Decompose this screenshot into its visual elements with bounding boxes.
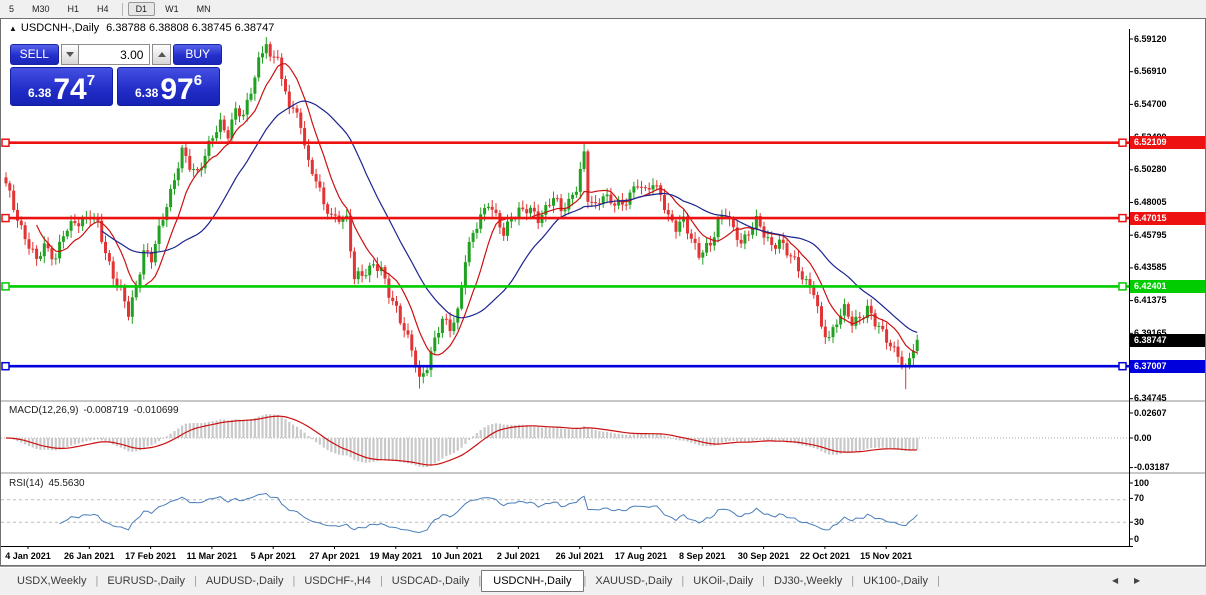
timeframe-button-d1[interactable]: D1: [128, 2, 156, 16]
rsi-name: RSI(14): [9, 478, 43, 489]
rsi-value: 45.5630: [48, 478, 84, 489]
buy-price-big: 97: [160, 77, 193, 103]
tab-separator: |: [937, 575, 940, 587]
chart-tab-audusd-daily[interactable]: AUDUSD-,Daily: [197, 572, 293, 590]
macd-name: MACD(12,26,9): [9, 405, 78, 416]
timeframe-button-h1[interactable]: H1: [60, 2, 88, 16]
timeframe-button-m30[interactable]: M30: [24, 2, 58, 16]
rsi-line: [60, 493, 918, 532]
buy-button[interactable]: BUY: [173, 44, 222, 65]
chart-tab-usdx-weekly[interactable]: USDX,Weekly: [8, 572, 95, 590]
chart-tab-dj30-weekly[interactable]: DJ30-,Weekly: [765, 572, 851, 590]
trade-panel-prices: 6.38 74 7 6.38 97 6: [10, 67, 222, 106]
tabs-scroll-right-icon[interactable]: ▶: [1134, 576, 1140, 585]
chart-ohlc-values: 6.38788 6.38808 6.38745 6.38747: [106, 22, 274, 34]
triangle-up-icon: [158, 48, 166, 57]
rsi-indicator-label: RSI(14) 45.5630: [9, 478, 90, 489]
horizontal-line-6.42401[interactable]: [2, 283, 1129, 290]
chart-title: ▲ USDCNH-,Daily 6.38788 6.38808 6.38745 6.…: [9, 22, 274, 34]
chart-tab-ukoil-daily[interactable]: UKOil-,Daily: [684, 572, 762, 590]
sell-button[interactable]: SELL: [10, 44, 59, 65]
timeframe-toolbar: 5M30H1H4 D1W1MN: [0, 0, 1206, 19]
volume-input[interactable]: [79, 44, 150, 65]
macd-main-value: -0.008719: [83, 405, 128, 416]
timeframe-button-h4[interactable]: H4: [89, 2, 117, 16]
chart-tab-eurusd-daily[interactable]: EURUSD-,Daily: [98, 572, 194, 590]
one-click-trade-panel: SELL BUY 6.38 74 7 6.38 97: [10, 44, 222, 106]
triangle-down-icon: [66, 52, 74, 61]
timeframe-button-mn[interactable]: MN: [189, 2, 219, 16]
volume-decrease-button[interactable]: [61, 44, 80, 65]
chart-window: 6.591206.569106.547006.524906.502806.480…: [0, 18, 1206, 566]
chart-tab-bar: USDX,Weekly|EURUSD-,Daily|AUDUSD-,Daily|…: [0, 566, 1206, 595]
collapse-chart-icon[interactable]: ▲: [9, 24, 17, 33]
timeframe-button-5[interactable]: 5: [1, 2, 22, 16]
macd-histogram: [5, 414, 918, 467]
sell-price-prefix: 6.38: [28, 86, 51, 100]
volume-increase-button[interactable]: [152, 44, 171, 65]
timeframe-button-w1[interactable]: W1: [157, 2, 187, 16]
buy-price-box[interactable]: 6.38 97 6: [117, 67, 220, 106]
chart-tab-usdcnh-daily[interactable]: USDCNH-,Daily: [481, 570, 583, 592]
sell-price-big: 74: [53, 77, 86, 103]
macd-indicator-label: MACD(12,26,9) -0.008719 -0.010699: [9, 405, 184, 416]
chart-tab-usdcad-daily[interactable]: USDCAD-,Daily: [383, 572, 479, 590]
buy-price-pip: 6: [194, 72, 202, 89]
chart-tab-uk100-daily[interactable]: UK100-,Daily: [854, 572, 937, 590]
toolbar-separator: [122, 3, 123, 16]
horizontal-line-6.52109[interactable]: [2, 139, 1129, 146]
chart-symbol-label: USDCNH-,Daily: [21, 22, 99, 34]
chart-tab-usdchf-h4[interactable]: USDCHF-,H4: [295, 572, 380, 590]
sell-price-box[interactable]: 6.38 74 7: [10, 67, 113, 106]
chart-tab-xauusd-daily[interactable]: XAUUSD-,Daily: [586, 572, 681, 590]
trading-app-window: 5M30H1H4 D1W1MN 6.591206.569106.547006.52…: [0, 0, 1206, 594]
trade-panel-controls: SELL BUY: [10, 44, 222, 65]
tabs-scroll-left-icon[interactable]: ◀: [1112, 576, 1118, 585]
macd-signal-value: -0.010699: [134, 405, 179, 416]
horizontal-line-6.37007[interactable]: [2, 363, 1129, 370]
sell-price-pip: 7: [87, 72, 95, 89]
buy-price-prefix: 6.38: [135, 86, 158, 100]
